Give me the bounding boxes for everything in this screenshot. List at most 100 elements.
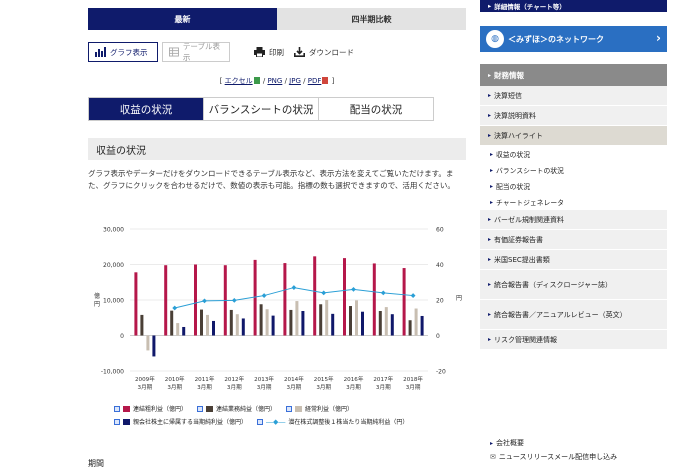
checkbox-icon[interactable] [197, 405, 204, 412]
checkbox-icon[interactable] [114, 405, 120, 412]
x-tick-label: 3月期 [346, 384, 361, 391]
tab-dividend[interactable]: 配当の状況 [319, 98, 433, 120]
checkbox-icon[interactable] [286, 405, 293, 412]
bullet-icon: ▸ [490, 166, 494, 174]
tab-revenue[interactable]: 収益の状況 [89, 98, 204, 120]
checkbox-icon[interactable] [257, 418, 264, 425]
sidebar-item[interactable]: ▸ バーゼル規制関連資料 [480, 210, 667, 230]
bar [331, 313, 335, 336]
pdf-link[interactable]: PDF [308, 77, 322, 85]
bar [241, 318, 245, 336]
bullet-icon: ▸ [488, 236, 492, 243]
bullet-icon: ▸ [488, 112, 492, 119]
sidebar-subitem[interactable]: ▸ 収益の状況 [480, 146, 667, 162]
bracket-open: [ [219, 77, 223, 85]
bracket-close: ] [331, 77, 335, 85]
news-mail-link[interactable]: ✉ ニュースリリースメール配信申し込み [480, 450, 667, 464]
table-view-button[interactable]: テーブル表示 [162, 42, 230, 62]
download-formats: [ エクセル / PNG / JPG / PDF ] [88, 76, 466, 86]
chevron-right-icon: ▸ [488, 2, 492, 10]
revenue-chart[interactable]: 30,000 6020,000 4010,000 200 0-10,000 -20億円円2… [88, 220, 466, 400]
y-tick-label-right: 40 [436, 262, 444, 269]
excel-link[interactable]: エクセル [225, 77, 253, 85]
legend-item[interactable]: ―◆― 潜在株式調整後１株当たり当期純利益（円） [257, 417, 408, 426]
line-point [410, 293, 416, 298]
x-tick-label: 2009年 [135, 375, 155, 383]
sidebar-item[interactable]: ▸ 有価証券報告書 [480, 230, 667, 250]
y-tick-label-right: -20 [436, 369, 446, 376]
bar [343, 258, 346, 336]
y-tick-label-left: 20,000 [103, 262, 124, 269]
x-tick-label: 2017年 [373, 375, 393, 383]
bullet-icon: ▸ [488, 280, 492, 288]
bar [134, 272, 138, 336]
bar [164, 265, 168, 336]
sidebar-item-label: 決算ハイライト [494, 131, 543, 140]
sidebar-item[interactable]: ▸ 統合報告書（ディスクロージャー誌） [480, 270, 667, 300]
bullet-icon: ▸ [490, 150, 494, 158]
x-tick-label: 3月期 [138, 384, 153, 391]
company-profile-label: 会社概要 [496, 439, 525, 447]
company-profile-link[interactable]: ▸ 会社概要 [480, 436, 667, 450]
line-point [351, 286, 356, 292]
table-view-label: テーブル表示 [182, 42, 220, 62]
bar [289, 309, 293, 336]
bar [402, 268, 406, 336]
tab-quarterly[interactable]: 四半期比較 [277, 8, 466, 30]
section-description: グラフ表示やデーターだけをダウンロードできるテーブル表示など、表示方法を変えてご… [88, 169, 455, 190]
sidebar-subitem[interactable]: ▸ バランスシートの状況 [480, 162, 667, 178]
x-tick-label: 3月期 [167, 384, 182, 391]
sidebar-head-financial[interactable]: ▸ 財務情報 [480, 64, 667, 86]
sidebar-head-label: 財務情報 [494, 70, 525, 80]
bar [253, 259, 257, 336]
line-point [261, 293, 267, 298]
checkbox-icon[interactable] [114, 418, 120, 425]
sidebar-item[interactable]: ▸ リスク管理関連情報 [480, 330, 667, 350]
tab-balance-sheet[interactable]: バランスシートの状況 [204, 98, 319, 120]
sep-2: / [284, 77, 287, 85]
legend-item[interactable]: 連結業務純益（億円） [197, 404, 276, 413]
bullet-icon: ▸ [488, 132, 492, 139]
bar [194, 264, 197, 336]
sidebar-detail-link[interactable]: ▸ 詳細情報（チャート等） [480, 0, 667, 12]
tab-latest[interactable]: 最新 [88, 8, 277, 30]
x-tick-label: 3月期 [316, 384, 331, 391]
sidebar-subitem[interactable]: ▸ 配当の状況 [480, 178, 667, 194]
sidebar-item[interactable]: ▸ 決算説明資料 [480, 106, 667, 126]
sidebar-item[interactable]: ▸ 統合報告書／アニュアルレビュー（英文） [480, 300, 667, 330]
y-axis-label-left: 円 [94, 301, 100, 308]
legend-item[interactable]: 連結粗利益（億円） [114, 404, 187, 413]
jpg-link[interactable]: JPG [289, 77, 301, 85]
sidebar-subitem[interactable]: ▸ チャートジェネレータ [480, 194, 667, 210]
x-tick-label: 3月期 [406, 384, 421, 391]
bar [378, 311, 382, 336]
line-point [321, 290, 327, 296]
x-tick-label: 2018年 [403, 375, 423, 383]
legend-item[interactable]: 経常利益（億円） [286, 404, 353, 413]
y-tick-label-left: -10,000 [101, 369, 124, 376]
mizuho-network-banner[interactable]: ◍ ＜みずほ＞のネットワーク › [480, 26, 667, 52]
y-tick-label-right: 0 [436, 333, 440, 340]
print-label: 印刷 [269, 47, 284, 57]
sidebar-item-selected[interactable]: ▸ 決算ハイライト [480, 126, 667, 146]
chart-legend: 連結粗利益（億円） 連結業務純益（億円） 経常利益（億円） 親会社株主に帰属する… [114, 402, 464, 428]
png-link[interactable]: PNG [267, 77, 282, 85]
sidebar-item-label: 統合報告書（ディスクロージャー誌） [494, 280, 613, 289]
print-button[interactable]: 印刷 [248, 42, 290, 62]
section-title: 収益の状況 [88, 138, 466, 160]
bar [420, 315, 424, 336]
bar [361, 311, 364, 336]
x-tick-label: 3月期 [257, 384, 272, 391]
graph-view-button[interactable]: グラフ表示 [88, 42, 158, 62]
line-point [291, 285, 297, 290]
y-axis-label-left: 億 [94, 292, 100, 300]
bar [229, 309, 233, 336]
sidebar-item[interactable]: ▸ 決算短信 [480, 86, 667, 106]
download-button[interactable]: ダウンロード [288, 42, 360, 62]
x-tick-label: 2014年 [284, 375, 304, 383]
sidebar-item[interactable]: ▸ 米国SEC提出書類 [480, 250, 667, 270]
line-point [202, 298, 207, 304]
legend-label: 親会社株主に帰属する当期純利益（億円） [133, 419, 248, 426]
legend-item[interactable]: 親会社株主に帰属する当期純利益（億円） [114, 417, 247, 426]
view-toolbar: グラフ表示 テーブル表示 印刷 ダウンロード [88, 42, 466, 62]
